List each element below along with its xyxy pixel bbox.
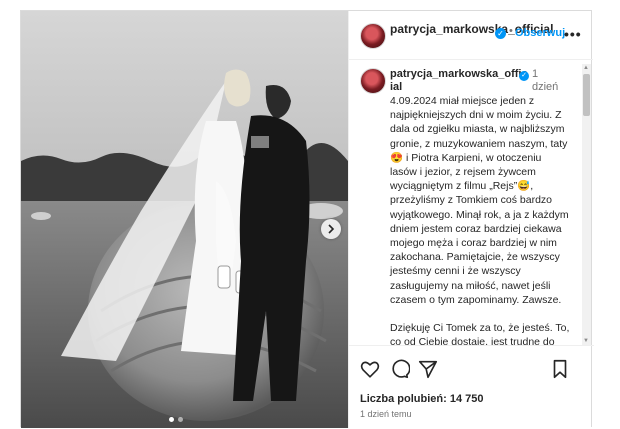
avatar[interactable]	[360, 23, 386, 49]
send-icon	[418, 360, 438, 379]
chevron-right-icon	[328, 224, 335, 234]
scroll-up-icon[interactable]: ▲	[583, 65, 589, 71]
post-actions: Liczba polubień: 14 750 1 dzień temu	[349, 345, 594, 429]
carousel-indicator	[169, 417, 183, 422]
likes-count[interactable]: Liczba polubień: 14 750	[360, 393, 483, 405]
share-button[interactable]	[417, 358, 439, 380]
wedding-photo-illustration	[21, 11, 348, 428]
post-date: 1 dzień temu	[360, 409, 412, 419]
separator-dot: •	[509, 25, 513, 37]
caption-timestamp: 1 dzień	[532, 68, 559, 93]
caption-text: 4.09.2024 miał miejsce jeden z najpiękni…	[390, 95, 570, 345]
post-photo[interactable]	[21, 11, 348, 428]
comment-icon	[392, 359, 411, 379]
header-username[interactable]: patrycja_markowska_official	[390, 23, 553, 36]
follow-button[interactable]: Obserwuj	[515, 27, 565, 39]
caption-area: patrycja_markowska_official ✓ 1 dzień 4.…	[349, 60, 594, 345]
comment-button[interactable]	[388, 358, 411, 380]
carousel-dot-active	[169, 417, 174, 422]
scroll-down-icon[interactable]: ▼	[583, 338, 589, 344]
carousel-dot	[178, 417, 183, 422]
caption-scrollbar[interactable]: ▲ ▼	[582, 64, 591, 345]
post-dialog: patrycja_markowska_official ✓ • Obserwuj…	[20, 10, 594, 429]
heart-icon	[360, 361, 380, 378]
post-sidebar: patrycja_markowska_official ✓ • Obserwuj…	[348, 11, 594, 429]
carousel-next-button[interactable]	[321, 219, 341, 239]
caption-avatar[interactable]	[360, 68, 386, 94]
verified-badge-icon: ✓	[519, 71, 529, 81]
caption-username[interactable]: patrycja_markowska_official	[390, 68, 530, 94]
scrollbar-thumb[interactable]	[583, 74, 590, 116]
verified-badge-icon: ✓	[495, 28, 506, 39]
bookmark-icon	[553, 359, 567, 379]
more-options-icon[interactable]: •••	[564, 26, 582, 42]
post-header: patrycja_markowska_official ✓ • Obserwuj…	[349, 11, 593, 60]
like-button[interactable]	[359, 358, 381, 380]
save-button[interactable]	[549, 358, 571, 380]
